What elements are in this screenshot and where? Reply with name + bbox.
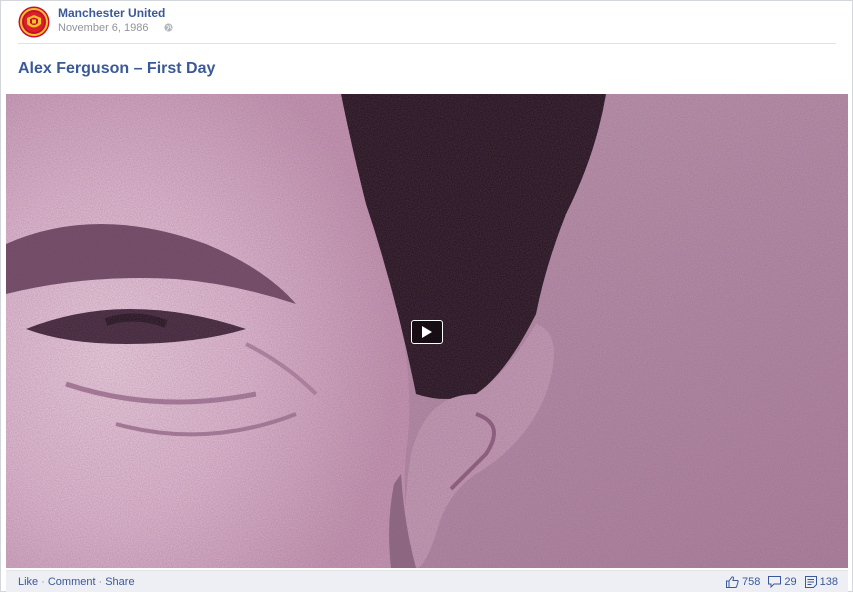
globe-icon bbox=[164, 23, 173, 32]
likes-count[interactable]: 758 bbox=[726, 576, 760, 588]
play-button[interactable] bbox=[411, 320, 443, 344]
likes-count-text: 758 bbox=[742, 576, 761, 588]
shares-count[interactable]: 138 bbox=[804, 576, 838, 588]
post-title-link[interactable]: Alex Ferguson – First Day bbox=[18, 60, 215, 78]
shares-count-text: 138 bbox=[819, 576, 838, 588]
comments-count[interactable]: 29 bbox=[768, 576, 797, 588]
like-link[interactable]: Like bbox=[18, 576, 38, 588]
post-card: Manchester United November 6, 1986 Alex … bbox=[0, 0, 853, 592]
post-header: Manchester United November 6, 1986 bbox=[1, 1, 852, 45]
comment-link[interactable]: Comment bbox=[48, 576, 96, 588]
share-link[interactable]: Share bbox=[105, 576, 134, 588]
comment-bubble-icon bbox=[768, 576, 782, 588]
post-footer: Like · Comment · Share 758 29 138 bbox=[6, 570, 848, 592]
club-crest-avatar[interactable] bbox=[18, 6, 50, 38]
post-stats: 758 29 138 bbox=[718, 576, 838, 588]
play-icon bbox=[422, 326, 432, 338]
separator: · bbox=[98, 576, 103, 588]
comments-count-text: 29 bbox=[784, 576, 797, 588]
post-date-link[interactable]: November 6, 1986 bbox=[58, 22, 149, 34]
header-divider bbox=[18, 43, 836, 44]
post-actions: Like · Comment · Share bbox=[18, 576, 135, 588]
share-icon bbox=[804, 576, 817, 588]
video-player[interactable] bbox=[6, 94, 848, 568]
separator: · bbox=[41, 576, 45, 588]
thumbs-up-icon bbox=[726, 576, 739, 588]
page-name-link[interactable]: Manchester United bbox=[58, 6, 165, 20]
